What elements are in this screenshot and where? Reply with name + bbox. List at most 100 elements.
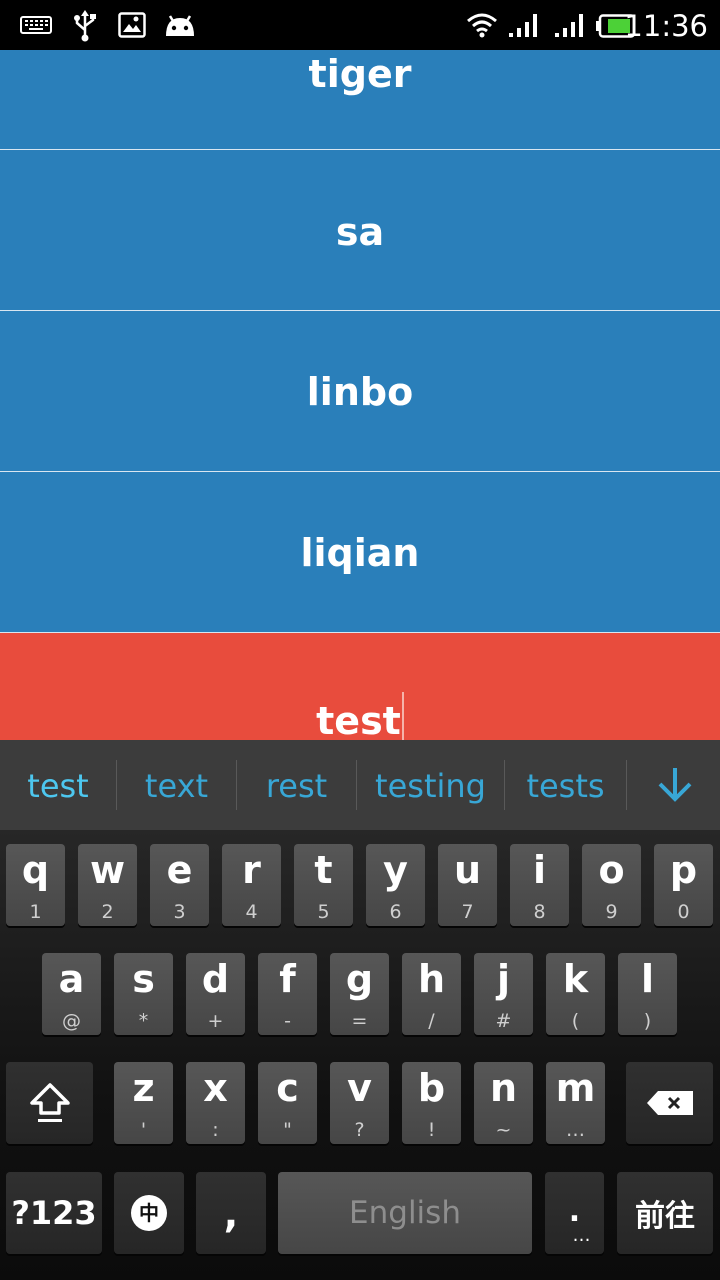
key-k[interactable]: k( — [546, 953, 605, 1035]
key-sublabel: ' — [140, 1119, 147, 1141]
suggestion-item[interactable]: testing — [357, 740, 504, 830]
key-sublabel: 7 — [461, 901, 474, 923]
key-q[interactable]: q1 — [6, 844, 65, 926]
editing-list-item[interactable]: test — [0, 633, 720, 740]
key-n[interactable]: n ~ — [474, 1062, 533, 1144]
key-sublabel: ~ — [495, 1119, 512, 1141]
key-label: g — [345, 957, 374, 1001]
list-item-label: tiger — [308, 52, 412, 96]
backspace-key[interactable] — [626, 1062, 713, 1144]
edit-field[interactable]: test — [0, 692, 720, 740]
ime-icon-wrap: 中 — [114, 1172, 184, 1254]
backspace-icon — [626, 1062, 713, 1144]
key-label: q — [21, 848, 50, 892]
key-label: o — [598, 848, 625, 892]
key-p[interactable]: p0 — [654, 844, 713, 926]
key-label: k — [562, 957, 589, 1001]
list-item[interactable]: tiger — [0, 50, 720, 150]
key-d[interactable]: d + — [186, 953, 245, 1035]
symbols-key[interactable]: ?123 — [6, 1172, 102, 1254]
key-label: u — [453, 848, 482, 892]
key-b[interactable]: b! — [402, 1062, 461, 1144]
shift-key[interactable] — [6, 1062, 93, 1144]
key-e[interactable]: e3 — [150, 844, 209, 926]
key-sublabel: 4 — [245, 901, 258, 923]
key-label: a — [58, 957, 85, 1001]
key-label: v — [347, 1066, 372, 1110]
key-r[interactable]: r4 — [222, 844, 281, 926]
key-f[interactable]: f- — [258, 953, 317, 1035]
key-label: s — [132, 957, 155, 1001]
comma-key[interactable]: , — [196, 1172, 266, 1254]
key-v[interactable]: v? — [330, 1062, 389, 1144]
space-key[interactable]: English — [278, 1172, 532, 1254]
go-key[interactable]: 前往 — [617, 1172, 713, 1254]
expand-suggestions-icon[interactable] — [640, 764, 710, 808]
key-i[interactable]: i8 — [510, 844, 569, 926]
key-label: h — [417, 957, 446, 1001]
image-icon — [118, 12, 146, 38]
key-y[interactable]: y6 — [366, 844, 425, 926]
key-label: j — [496, 957, 511, 1001]
key-sublabel: = — [351, 1010, 368, 1032]
suggestion-item[interactable]: test — [0, 740, 116, 830]
key-w[interactable]: w2 — [78, 844, 137, 926]
shift-icon — [6, 1062, 93, 1144]
status-bar: 11:36 — [0, 0, 720, 50]
key-sublabel: 5 — [317, 901, 330, 923]
key-z[interactable]: z ' — [114, 1062, 173, 1144]
suggestion-item[interactable]: tests — [505, 740, 626, 830]
android-icon — [162, 12, 198, 38]
text-cursor — [401, 692, 404, 740]
soft-keyboard: q1 w2 e3 r4 t5 y6 u7 i8 o9 p0 a @ s * d + f… — [0, 830, 720, 1280]
key-a[interactable]: a @ — [42, 953, 101, 1035]
key-sublabel: 1 — [29, 901, 42, 923]
key-label: d — [201, 957, 230, 1001]
period-key[interactable]: . … — [545, 1172, 604, 1254]
key-m[interactable]: m… — [546, 1062, 605, 1144]
list-item-label: sa — [335, 210, 385, 254]
key-sublabel: * — [138, 1010, 149, 1032]
key-label: y — [383, 848, 408, 892]
space-key-label: English — [349, 1195, 461, 1231]
list-item-label: linbo — [306, 370, 414, 414]
suggestion-item[interactable]: rest — [237, 740, 356, 830]
key-sublabel: ) — [643, 1010, 652, 1032]
list-item[interactable]: linbo — [0, 311, 720, 471]
key-label: c — [276, 1066, 299, 1110]
clock: 11:36 — [624, 9, 708, 43]
list-item-label: liqian — [300, 531, 420, 575]
list-item[interactable]: sa — [0, 150, 720, 310]
key-label: , — [223, 1192, 239, 1236]
key-sublabel: … — [572, 1225, 591, 1246]
key-g[interactable]: g = — [330, 953, 389, 1035]
key-t[interactable]: t5 — [294, 844, 353, 926]
key-label: . — [568, 1194, 581, 1229]
key-label: x — [203, 1066, 228, 1110]
key-label: b — [417, 1066, 446, 1110]
key-h[interactable]: h / — [402, 953, 461, 1035]
key-sublabel: " — [283, 1119, 292, 1141]
key-j[interactable]: j # — [474, 953, 533, 1035]
key-sublabel: / — [428, 1010, 435, 1032]
key-label: t — [314, 848, 333, 892]
ime-switch-key[interactable]: 中 — [114, 1172, 184, 1254]
key-sublabel: ! — [427, 1119, 436, 1141]
key-l[interactable]: l) — [618, 953, 677, 1035]
wifi-icon — [466, 12, 498, 38]
key-c[interactable]: c " — [258, 1062, 317, 1144]
key-s[interactable]: s * — [114, 953, 173, 1035]
key-sublabel: : — [212, 1119, 219, 1141]
key-sublabel: 2 — [101, 901, 114, 923]
divider — [626, 760, 627, 810]
key-x[interactable]: x: — [186, 1062, 245, 1144]
list-item[interactable]: liqian — [0, 472, 720, 632]
signal-icon — [508, 12, 540, 38]
key-u[interactable]: u7 — [438, 844, 497, 926]
signal-icon-2 — [554, 12, 586, 38]
key-o[interactable]: o9 — [582, 844, 641, 926]
suggestion-item[interactable]: text — [117, 740, 236, 830]
key-sublabel: ? — [354, 1119, 365, 1141]
key-sublabel: 8 — [533, 901, 546, 923]
key-sublabel: @ — [62, 1010, 81, 1032]
